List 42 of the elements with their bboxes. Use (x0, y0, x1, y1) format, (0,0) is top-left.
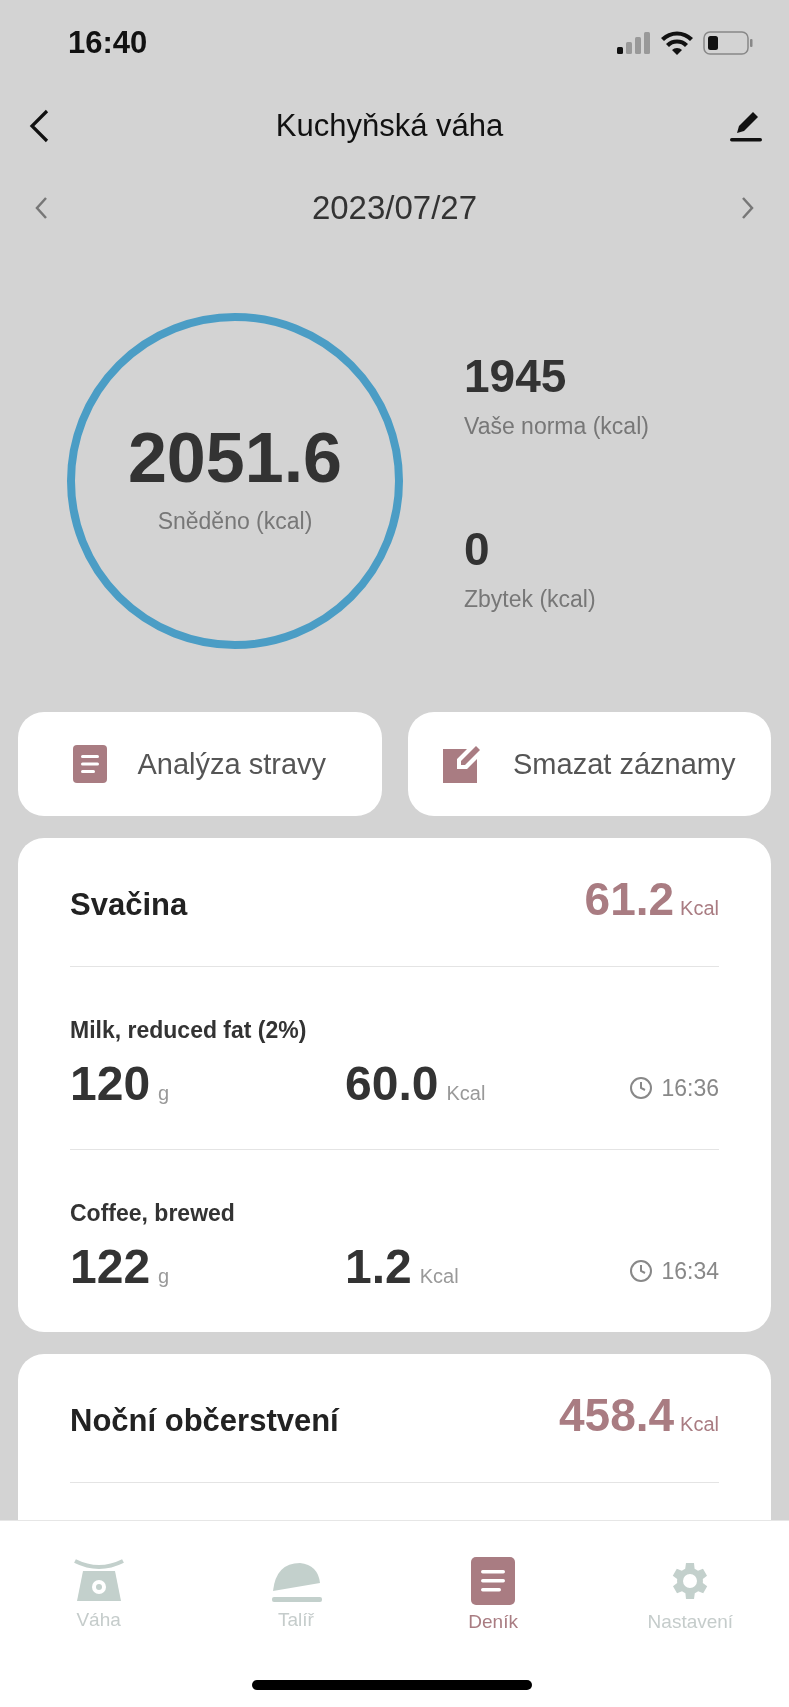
scale-icon (72, 1557, 125, 1603)
food-name: Milk, reduced fat (2%) (70, 1017, 308, 1044)
document-icon (471, 1557, 516, 1605)
clock-icon (629, 1076, 654, 1100)
meal-total: 61.2 (584, 872, 675, 926)
chevron-right-icon (741, 196, 755, 220)
clock-icon (629, 1259, 654, 1283)
screen-title: Kuchyňská váha (275, 108, 504, 144)
weight-value: 120 (70, 1056, 151, 1111)
meal-name: Noční občerstvení (70, 1403, 339, 1439)
unit-label: Kcal (419, 1265, 459, 1288)
unit-label: Kcal (680, 897, 719, 920)
norm-value: 1945 (464, 349, 568, 403)
entry-time: 16:36 (661, 1074, 719, 1102)
energy-value: 1.2 (345, 1239, 412, 1294)
pencil-icon (729, 109, 763, 143)
status-time: 16:40 (68, 25, 148, 61)
chevron-left-icon (34, 196, 48, 220)
wifi-icon (661, 31, 693, 55)
remaining-value: 0 (464, 522, 491, 576)
remaining-label: Zbytek (kcal) (464, 586, 597, 613)
action-button[interactable]: Smazat záznamy (407, 712, 771, 816)
unit-label: Kcal (680, 1413, 719, 1436)
unit-label: g (158, 1082, 170, 1105)
norm-label: Vaše norma (kcal) (464, 413, 649, 440)
food-name: Coffee, brewed (70, 1200, 236, 1227)
entry-time: 16:34 (661, 1257, 719, 1285)
signal-icon (617, 32, 651, 54)
energy-value: 60.0 (345, 1056, 439, 1111)
action-button[interactable]: Analýza stravy (18, 712, 382, 816)
meal-total: 458.4 (558, 1388, 675, 1442)
meal-name: Svačina (70, 887, 188, 923)
unit-label: g (158, 1265, 170, 1288)
eaten-label: Sněděno (kcal) (157, 507, 313, 535)
nav-tab[interactable]: Deník (394, 1557, 592, 1647)
weight-value: 122 (70, 1239, 151, 1294)
date-label: 2023/07/27 (311, 189, 478, 227)
battery-icon (703, 31, 753, 55)
unit-label: Kcal (446, 1082, 486, 1105)
eaten-value: 2051.6 (127, 417, 343, 498)
back-icon (28, 109, 50, 143)
document-icon (73, 745, 108, 783)
